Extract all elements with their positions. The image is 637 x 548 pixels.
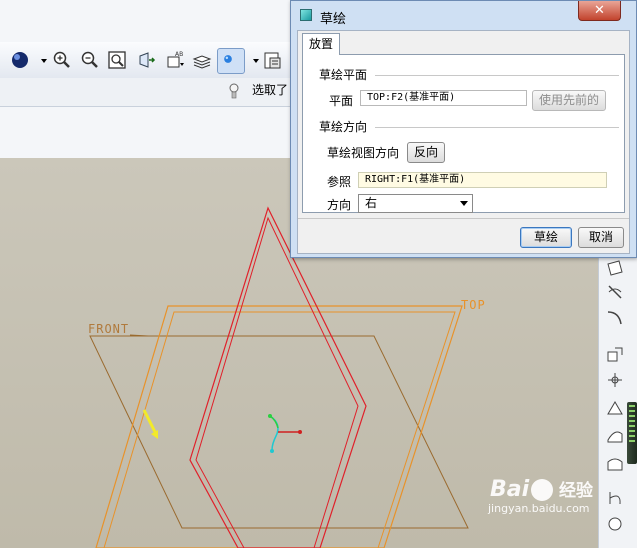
selection-status: 选取了 <box>252 83 289 97</box>
lightbulb-icon <box>229 82 239 102</box>
baidu-watermark: Bai 经验 jingyan.baidu.com <box>488 476 593 515</box>
datum-point-tool-icon[interactable] <box>605 344 625 364</box>
close-icon: ✕ <box>594 3 605 18</box>
flip-button[interactable]: 反向 <box>407 142 445 163</box>
group-divider <box>375 75 619 76</box>
datum-axis-tool-icon[interactable] <box>605 282 625 302</box>
top-plane-label: TOP <box>461 298 486 312</box>
revolve-tool-icon[interactable] <box>605 488 625 508</box>
close-button[interactable]: ✕ <box>578 1 621 21</box>
dialog-body: 放置 草绘平面 平面 TOP:F2(基准平面) 使用先前的 草绘方向 草绘视图方… <box>297 30 630 254</box>
orientation-select[interactable]: 右 <box>358 194 473 213</box>
dialog-titlebar[interactable]: 草绘 ✕ <box>291 1 636 29</box>
use-previous-button[interactable]: 使用先前的 <box>532 90 606 111</box>
sketch-orientation-group-title: 草绘方向 <box>319 120 368 134</box>
sketch-plane-group-title: 草绘平面 <box>319 68 368 82</box>
chevron-down-icon <box>460 201 468 206</box>
orientation-label: 方向 <box>327 198 352 212</box>
dialog-title: 草绘 <box>320 12 347 27</box>
view-slider[interactable] <box>627 402 637 464</box>
cancel-button[interactable]: 取消 <box>578 227 624 248</box>
plane-field[interactable]: TOP:F2(基准平面) <box>360 90 527 106</box>
csys-tool-icon[interactable] <box>605 370 625 390</box>
reference-field[interactable]: RIGHT:F1(基准平面) <box>358 172 607 188</box>
paw-icon <box>531 479 554 501</box>
sketch-dialog-icon <box>300 9 312 21</box>
datum-plane-tool-icon[interactable] <box>605 258 625 278</box>
extrude-tool-icon[interactable] <box>605 454 625 474</box>
watermark-logo: Bai <box>490 477 555 502</box>
tab-placement[interactable]: 放置 <box>302 33 340 55</box>
csys-marker <box>269 415 279 451</box>
view-normal-icon[interactable] <box>136 50 156 70</box>
reference-label: 参照 <box>327 175 352 189</box>
button-separator <box>298 218 629 219</box>
direction-arrow <box>142 409 158 435</box>
svg-text:AB: AB <box>175 51 183 58</box>
placement-panel: 草绘平面 平面 TOP:F2(基准平面) 使用先前的 草绘方向 草绘视图方向 反… <box>302 54 625 213</box>
sweep-tool-icon[interactable] <box>605 514 625 534</box>
chevron-down-icon[interactable] <box>246 50 259 70</box>
sketch-tool-icon[interactable] <box>605 398 625 418</box>
sketch-dialog: 草绘 ✕ 放置 草绘平面 平面 TOP:F2(基准平面) 使用先前的 草绘方向 … <box>290 0 637 258</box>
zoom-fit-icon[interactable] <box>107 50 127 70</box>
zoom-in-icon[interactable] <box>52 50 72 70</box>
plane-label: 平面 <box>329 94 354 108</box>
chevron-down-icon[interactable] <box>34 50 47 70</box>
save-view-icon[interactable] <box>262 50 282 70</box>
group-divider <box>375 127 619 128</box>
sketch-button[interactable]: 草绘 <box>520 227 572 248</box>
named-view-icon[interactable]: AB <box>165 50 185 70</box>
front-plane-label: FRONT <box>88 322 130 336</box>
datum-curve-tool-icon[interactable] <box>605 308 625 328</box>
orientation-value: 右 <box>365 196 378 210</box>
zoom-out-icon[interactable] <box>80 50 100 70</box>
watermark-text: 经验 <box>558 481 593 501</box>
main-toolbar: AB <box>0 42 300 79</box>
view-direction-label: 草绘视图方向 <box>327 146 400 160</box>
watermark-url: jingyan.baidu.com <box>488 502 590 515</box>
sphere-icon[interactable] <box>10 50 30 70</box>
right-datum-plane-inner <box>195 216 359 548</box>
surface-tool-icon[interactable] <box>605 426 625 446</box>
display-style-icon[interactable] <box>217 48 245 74</box>
top-datum-plane-inner <box>103 311 456 548</box>
layers-icon[interactable] <box>192 50 212 70</box>
